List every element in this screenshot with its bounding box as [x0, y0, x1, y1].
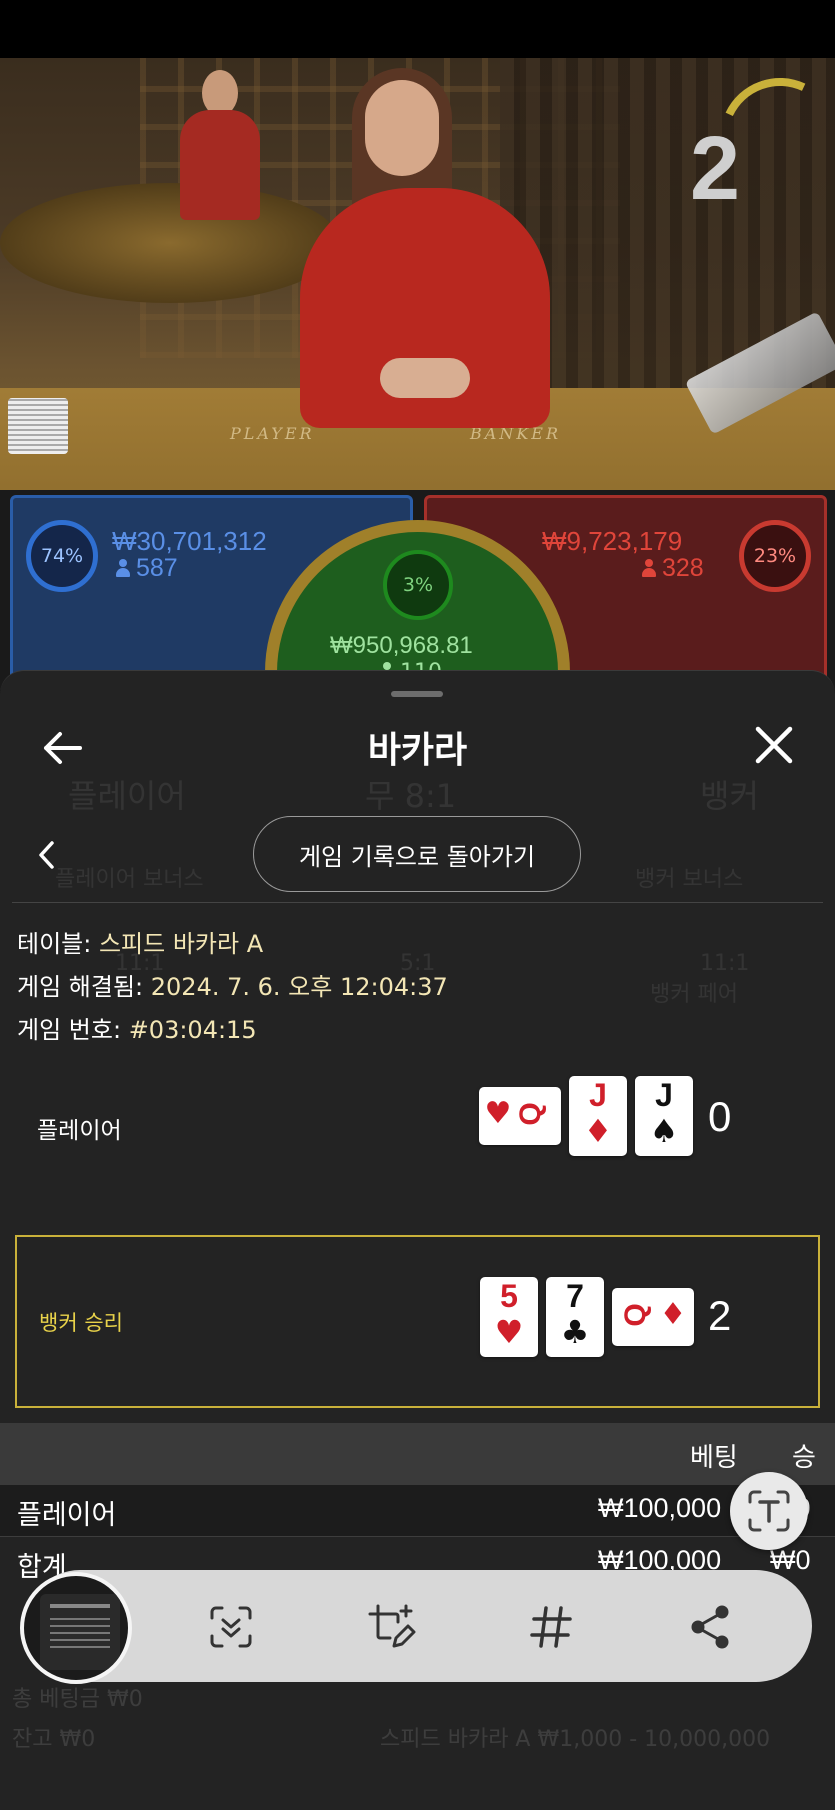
- banker-cards: 5 ♥ 7 ♣ Q ♦: [480, 1277, 694, 1357]
- card-queen-diamonds: Q ♦: [612, 1288, 694, 1346]
- info-table: 테이블: 스피드 바카라 A: [17, 930, 264, 958]
- banker-win-label: 뱅커 승리: [39, 1311, 123, 1335]
- player-percent: 74%: [26, 520, 98, 592]
- hashtag-button[interactable]: [526, 1602, 576, 1652]
- status-bar: [0, 0, 835, 58]
- live-video: PLAYER BANKER 2: [0, 58, 835, 498]
- chevron-left-icon[interactable]: [36, 839, 58, 871]
- ghost-banker-pair: 뱅커 페어: [650, 982, 738, 1007]
- background-dealer: [170, 70, 270, 220]
- card-seven-clubs: 7 ♣: [546, 1277, 604, 1357]
- total-win-amount: ₩0: [770, 1545, 811, 1575]
- player-hand-label: 플레이어: [37, 1118, 122, 1144]
- back-to-history-button[interactable]: 게임 기록으로 돌아가기: [253, 816, 581, 892]
- win-column-header: 승: [792, 1443, 816, 1473]
- player-cards: ♥ Q J ♦ J ♠: [479, 1076, 693, 1156]
- banker-bettor-count: 328: [642, 554, 704, 583]
- drag-handle[interactable]: [391, 691, 443, 697]
- table-row: 플레이어 ₩100,000 ₩0: [0, 1485, 835, 1537]
- banker-bet-total: ₩9,723,179: [542, 526, 683, 556]
- divider: [12, 902, 823, 903]
- card-jack-diamonds: J ♦: [569, 1076, 627, 1156]
- dealer: [300, 58, 560, 428]
- card-jack-spades: J ♠: [635, 1076, 693, 1156]
- share-icon: [691, 1605, 729, 1649]
- ghost-player-bonus: 플레이어 보너스: [55, 867, 204, 892]
- ghost-odds-3: 11:1: [700, 951, 750, 976]
- person-icon: [116, 559, 130, 577]
- text-scan-icon: [748, 1490, 790, 1532]
- banker-percent: 23%: [739, 520, 811, 592]
- bet-column-header: 베팅: [690, 1443, 738, 1473]
- capture-scroll-button[interactable]: [206, 1602, 256, 1652]
- bets-table-header: 베팅 승: [0, 1423, 835, 1485]
- player-hand-row: 플레이어 ♥ Q J ♦ J ♠ 0: [15, 1059, 820, 1229]
- card-five-hearts: 5 ♥: [480, 1277, 538, 1357]
- close-icon[interactable]: [752, 723, 796, 767]
- banker-score: 2: [708, 1292, 732, 1339]
- ghost-total-bet: 총 베팅금 ₩0: [12, 1687, 143, 1712]
- info-resolved: 게임 해결됨: 2024. 7. 6. 오후 12:04:37: [17, 973, 448, 1001]
- player-bettor-count: 587: [116, 554, 178, 583]
- sheet-title: 바카라: [367, 730, 468, 771]
- crop-edit-icon: [368, 1604, 416, 1648]
- ghost-tie: 무 8:1: [365, 777, 457, 815]
- person-icon: [642, 559, 656, 577]
- ghost-balance: 잔고 ₩0: [12, 1727, 96, 1752]
- extract-text-button[interactable]: [730, 1472, 808, 1550]
- tie-bet-total: ₩950,968.81: [330, 632, 473, 659]
- screenshot-thumbnail[interactable]: [20, 1572, 132, 1684]
- bet-name: 플레이어: [17, 1500, 117, 1531]
- player-score: 0: [708, 1093, 732, 1140]
- hashtag-icon: [530, 1606, 572, 1648]
- tie-percent: 3%: [383, 550, 453, 620]
- info-game-number: 게임 번호: #03:04:15: [17, 1016, 257, 1044]
- ghost-table-limits: 스피드 바카라 A ₩1,000 - 10,000,000: [380, 1727, 771, 1752]
- countdown-timer: 2: [690, 119, 741, 219]
- bet-amount: ₩100,000: [598, 1493, 722, 1523]
- share-button[interactable]: [686, 1602, 736, 1652]
- discard-stack: [8, 398, 68, 454]
- ghost-player: 플레이어: [68, 777, 186, 815]
- capture-scroll-icon: [210, 1606, 252, 1648]
- crop-edit-button[interactable]: [366, 1602, 416, 1652]
- player-bet-total: ₩30,701,312: [112, 526, 267, 556]
- banker-hand-row: 뱅커 승리 5 ♥ 7 ♣ Q ♦ 2: [15, 1235, 820, 1408]
- ghost-banker-bonus: 뱅커 보너스: [635, 867, 744, 892]
- card-queen-hearts: ♥ Q: [479, 1087, 561, 1145]
- ghost-banker: 뱅커: [700, 777, 759, 815]
